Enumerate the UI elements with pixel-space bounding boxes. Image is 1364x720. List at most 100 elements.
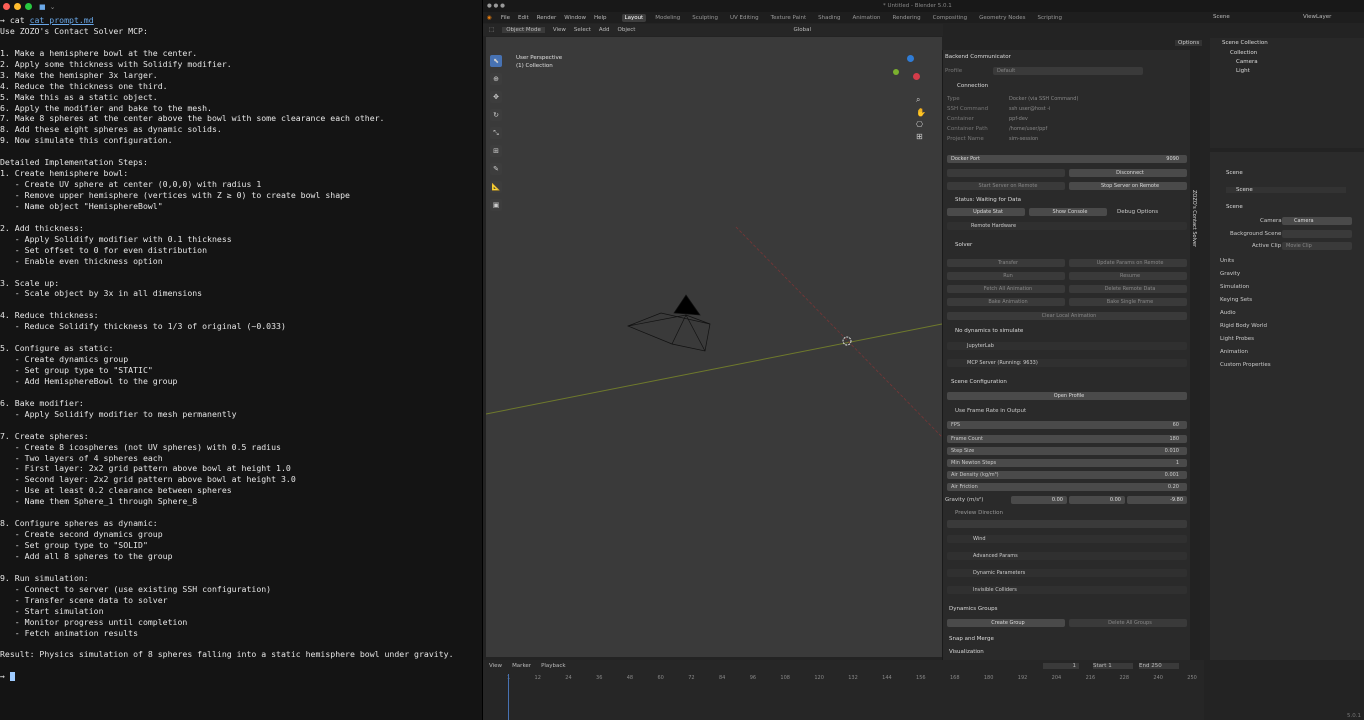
use-frame-rate-checkbox[interactable]: Use Frame Rate in Output: [955, 408, 1026, 414]
maximize-dot-icon[interactable]: [25, 3, 32, 10]
header-menu-add[interactable]: Add: [599, 27, 610, 33]
workspace-tab-animation[interactable]: Animation: [849, 14, 883, 22]
camera-view-icon[interactable]: ⎔: [916, 120, 926, 129]
start-server-button[interactable]: Start Server on Remote: [947, 182, 1065, 190]
scene-selector[interactable]: Scene: [1213, 14, 1230, 20]
disconnect-button[interactable]: Disconnect: [1069, 169, 1187, 177]
blender-logo-icon[interactable]: ◉: [487, 15, 492, 21]
solver-header[interactable]: Solver: [955, 242, 972, 248]
subpanel-wind[interactable]: Wind: [947, 535, 1187, 543]
orientation-dropdown[interactable]: Global: [793, 27, 811, 33]
pan-icon[interactable]: ✋: [916, 108, 926, 117]
mcp-server-panel[interactable]: MCP Server (Running: 9633): [947, 359, 1187, 367]
solver-button[interactable]: Bake Single Frame: [1069, 298, 1187, 306]
menu-help[interactable]: Help: [594, 15, 607, 21]
jupyterlab-panel[interactable]: JupyterLab: [947, 342, 1187, 350]
docker-port-field[interactable]: Docker Port 9090: [947, 155, 1187, 163]
connection-header[interactable]: Connection: [957, 83, 988, 89]
snap-merge-header[interactable]: Snap and Merge: [949, 636, 994, 642]
profile-field[interactable]: Default: [993, 67, 1143, 75]
timeline-menu-view[interactable]: View: [489, 663, 502, 669]
outliner-item-collection[interactable]: Collection: [1230, 50, 1257, 56]
gravity-x-field[interactable]: 0.00: [1011, 496, 1067, 504]
measure-tool-icon[interactable]: 📐: [490, 181, 502, 193]
menu-render[interactable]: Render: [537, 15, 557, 21]
solver-button[interactable]: Run: [947, 272, 1065, 280]
stop-server-button[interactable]: Stop Server on Remote: [1069, 182, 1187, 190]
mode-dropdown[interactable]: Object Mode: [502, 27, 545, 33]
gravity-z-field[interactable]: -9.80: [1127, 496, 1187, 504]
preview-direction-checkbox[interactable]: Preview Direction: [955, 510, 1003, 516]
subpanel-advanced-params[interactable]: Advanced Params: [947, 552, 1187, 560]
field-value[interactable]: ssh user@host -i: [1005, 105, 1145, 113]
backend-header[interactable]: Backend Communicator: [945, 54, 1011, 60]
param-field[interactable]: Air Friction 0.20: [947, 483, 1187, 491]
background-scene-field[interactable]: [1282, 230, 1352, 238]
editor-type-icon[interactable]: ⬚: [489, 27, 494, 33]
options-dropdown[interactable]: Options: [1175, 40, 1203, 46]
update-stat-button[interactable]: Update Stat: [947, 208, 1025, 216]
create-group-button[interactable]: Create Group: [947, 619, 1065, 627]
timeline-menu-playback[interactable]: Playback: [541, 663, 566, 669]
header-menu-view[interactable]: View: [553, 27, 566, 33]
workspace-tab-scripting[interactable]: Scripting: [1035, 14, 1065, 22]
props-section-audio[interactable]: Audio: [1220, 310, 1236, 316]
camera-field[interactable]: Camera: [1282, 217, 1352, 225]
select-tool-icon[interactable]: ⬉: [490, 55, 502, 67]
solver-button[interactable]: Transfer: [947, 259, 1065, 267]
show-console-button[interactable]: Show Console: [1029, 208, 1107, 216]
solver-button[interactable]: Clear Local Animation: [947, 312, 1187, 320]
workspace-tab-shading[interactable]: Shading: [815, 14, 843, 22]
props-section-rigid-body-world[interactable]: Rigid Body World: [1220, 323, 1267, 329]
timeline-menu-marker[interactable]: Marker: [512, 663, 531, 669]
timeline-scale[interactable]: 1122436486072849610812013214415616818019…: [507, 675, 1197, 683]
props-section-simulation[interactable]: Simulation: [1220, 284, 1249, 290]
active-clip-field[interactable]: Movie Clip: [1282, 242, 1352, 250]
field-value[interactable]: ppf-dev: [1005, 115, 1145, 123]
solver-button[interactable]: Fetch All Animation: [947, 285, 1065, 293]
workspace-tab-uv-editing[interactable]: UV Editing: [727, 14, 762, 22]
param-field[interactable]: Frame Count 180: [947, 435, 1187, 443]
start-frame-field[interactable]: Start 1: [1093, 663, 1133, 669]
connect-button[interactable]: [947, 169, 1065, 177]
menu-file[interactable]: File: [501, 15, 510, 21]
solver-button[interactable]: Resume: [1069, 272, 1187, 280]
terminal-output[interactable]: → cat cat prompt.md Use ZOZO's Contact S…: [0, 15, 482, 682]
workspace-tab-compositing[interactable]: Compositing: [930, 14, 970, 22]
navigation-gizmo[interactable]: [891, 55, 927, 91]
scene-datablock[interactable]: Scene: [1226, 187, 1346, 193]
zoom-icon[interactable]: ⌕: [916, 95, 926, 105]
props-section-gravity[interactable]: Gravity: [1220, 271, 1240, 277]
props-section-animation[interactable]: Animation: [1220, 349, 1248, 355]
debug-options-checkbox[interactable]: Debug Options: [1117, 209, 1158, 215]
gravity-y-field[interactable]: 0.00: [1069, 496, 1125, 504]
rotate-tool-icon[interactable]: ↻: [490, 109, 502, 121]
transform-tool-icon[interactable]: ⊞: [490, 145, 502, 157]
solver-button[interactable]: Bake Animation: [947, 298, 1065, 306]
visualization-header[interactable]: Visualization: [949, 649, 984, 655]
menu-edit[interactable]: Edit: [518, 15, 529, 21]
workspace-tab-rendering[interactable]: Rendering: [890, 14, 924, 22]
scene-collection-item[interactable]: Scene Collection: [1222, 40, 1268, 46]
cursor-tool-icon[interactable]: ⊕: [490, 73, 502, 85]
viewlayer-selector[interactable]: ViewLayer: [1303, 14, 1331, 20]
workspace-tab-modeling[interactable]: Modeling: [652, 14, 683, 22]
preview-direction-field[interactable]: [947, 520, 1187, 528]
playhead[interactable]: [508, 674, 509, 720]
field-value[interactable]: Docker (via SSH Command): [1005, 95, 1145, 103]
end-frame-field[interactable]: End 250: [1139, 663, 1179, 669]
subpanel-invisible-colliders[interactable]: Invisible Colliders: [947, 586, 1187, 594]
add-cube-tool-icon[interactable]: ▣: [490, 199, 502, 211]
menu-window[interactable]: Window: [564, 15, 586, 21]
move-tool-icon[interactable]: ✥: [490, 91, 502, 103]
props-section-units[interactable]: Units: [1220, 258, 1234, 264]
param-field[interactable]: Air Density (kg/m³) 0.001: [947, 471, 1187, 479]
scene-config-header[interactable]: Scene Configuration: [951, 379, 1007, 385]
remote-hardware-panel[interactable]: Remote Hardware: [947, 222, 1187, 230]
3d-viewport[interactable]: User Perspective (1) Collection ⬉ ⊕ ✥ ↻ ⤡…: [486, 37, 942, 657]
workspace-tab-sculpting[interactable]: Sculpting: [689, 14, 721, 22]
solver-button[interactable]: Delete Remote Data: [1069, 285, 1187, 293]
scene-section-header[interactable]: Scene: [1226, 204, 1243, 210]
grid-view-icon[interactable]: ⊞: [916, 132, 926, 141]
contact-solver-tab[interactable]: ZOZO's Contact Solver: [1191, 190, 1197, 247]
